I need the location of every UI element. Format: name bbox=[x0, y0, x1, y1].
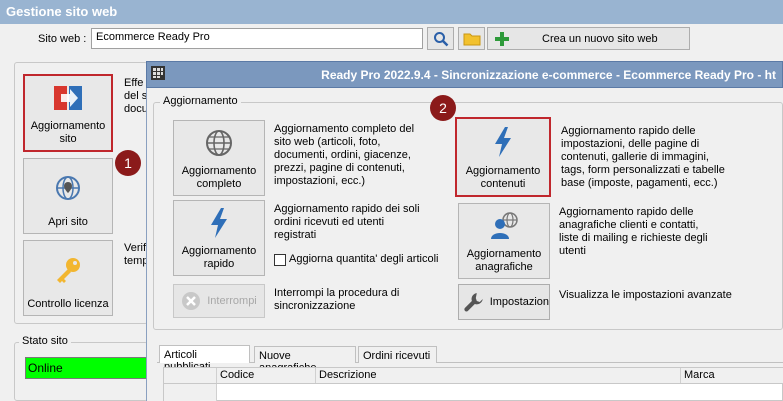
tab-nuove-anagrafiche[interactable]: Nuove anagrafiche bbox=[254, 346, 356, 374]
open-folder-button[interactable] bbox=[458, 27, 485, 50]
rapido-desc-line: registrati bbox=[274, 229, 317, 241]
anagrafiche-desc-line: Aggiornamento rapido delle bbox=[559, 206, 694, 218]
site-label: Sito web : bbox=[38, 33, 87, 45]
contenuti-desc-line: impostazioni, delle pagine di bbox=[561, 138, 700, 150]
aggiorna-quantita-label: Aggiorna quantita' degli articoli bbox=[289, 253, 439, 265]
aggiornamento-contenuti-desc: Aggiornamento rapido delle impostazioni,… bbox=[561, 125, 725, 190]
aggiornamento-sito-label2: sito bbox=[59, 133, 77, 145]
key-icon bbox=[57, 257, 80, 283]
app-icon bbox=[151, 66, 165, 80]
user-globe-icon bbox=[491, 212, 518, 239]
sync-site-icon bbox=[54, 86, 82, 110]
grid-header: Codice Descrizione Marca bbox=[164, 368, 783, 384]
parent-window-title: Gestione sito web bbox=[0, 0, 783, 24]
aggiornamento-anagrafiche-label2: anagrafiche bbox=[475, 261, 533, 273]
completo-desc-line: prezzi, pagine di contenuti, bbox=[274, 162, 405, 174]
apri-sito-button[interactable]: Apri sito bbox=[23, 158, 113, 234]
sync-window-app-icon bbox=[150, 65, 168, 81]
desc-aggiornamento-line3: docu bbox=[124, 103, 148, 115]
grid-header-descrizione[interactable]: Descrizione bbox=[316, 368, 681, 383]
site-select[interactable]: Ecommerce Ready Pro bbox=[91, 28, 423, 49]
completo-desc-line: documenti, ordini, giacenze, bbox=[274, 149, 411, 161]
apri-sito-label: Apri sito bbox=[48, 216, 88, 228]
aggiorna-quantita-checkbox[interactable] bbox=[274, 253, 286, 266]
completo-desc-line: impostazioni, ecc.) bbox=[274, 175, 366, 187]
aggiornamento-completo-label1: Aggiornamento bbox=[181, 165, 257, 177]
anagrafiche-desc-line: anagrafiche clienti e contatti, bbox=[559, 219, 699, 231]
completo-desc-line: sito web (articoli, foto, bbox=[274, 136, 381, 148]
desc-aggiornamento-line2: del s bbox=[124, 90, 148, 102]
stato-sito-label: Stato sito bbox=[19, 335, 71, 347]
contenuti-desc-line: contenuti, gallerie di immagini, bbox=[561, 151, 709, 163]
lightning-icon bbox=[495, 127, 511, 157]
tab-ordini-ricevuti[interactable]: Ordini ricevuti bbox=[358, 346, 437, 363]
completo-desc-line: Aggiornamento completo del bbox=[274, 123, 415, 135]
tab-strip-line bbox=[157, 362, 783, 363]
aggiorna-quantita-checkbox-row[interactable]: Aggiorna quantita' degli articoli bbox=[274, 253, 438, 266]
impostazioni-button[interactable]: Impostazion bbox=[458, 284, 550, 320]
grid-header-codice[interactable]: Codice bbox=[217, 368, 316, 383]
aggiornamento-contenuti-button[interactable]: Aggiornamento contenuti bbox=[455, 117, 551, 197]
grid-row-selector-column bbox=[164, 384, 217, 401]
interrompi-desc-line: Interrompi la procedura di bbox=[274, 287, 400, 299]
folder-icon bbox=[463, 33, 480, 45]
aggiornamento-rapido-desc: Aggiornamento rapido dei soli ordini ric… bbox=[274, 203, 420, 242]
anagrafiche-desc-line: liste di mailing e richieste degli bbox=[559, 232, 708, 244]
rapido-desc-line: Aggiornamento rapido dei soli bbox=[274, 203, 420, 215]
sync-window-title-text: Ready Pro 2022.9.4 - Sincronizzazione e-… bbox=[321, 68, 776, 82]
desc-verifica-line1: Verif bbox=[124, 242, 147, 254]
controllo-licenza-button[interactable]: Controllo licenza bbox=[23, 240, 113, 316]
aggiornamento-completo-label2: completo bbox=[196, 178, 242, 190]
interrompi-label: Interrompi bbox=[207, 295, 257, 307]
stop-icon bbox=[182, 292, 201, 310]
aggiornamento-anagrafiche-label1: Aggiornamento bbox=[466, 248, 542, 260]
controllo-licenza-label: Controllo licenza bbox=[27, 298, 109, 310]
desc-aggiornamento-line1: Effe bbox=[124, 77, 144, 89]
tab-articoli-pubblicati[interactable]: Articoli pubblicati bbox=[159, 345, 250, 373]
sync-window-title: Ready Pro 2022.9.4 - Sincronizzazione e-… bbox=[146, 61, 783, 88]
grid-header-selector bbox=[164, 368, 217, 383]
aggiornamento-group-label: Aggiornamento bbox=[160, 95, 241, 107]
aggiornamento-sito-label1: Aggiornamento bbox=[30, 120, 106, 132]
aggiornamento-anagrafiche-button[interactable]: Aggiornamento anagrafiche bbox=[458, 203, 550, 279]
impostazioni-desc: Visualizza le impostazioni avanzate bbox=[559, 289, 732, 301]
wrench-icon bbox=[464, 293, 483, 312]
interrompi-button[interactable]: Interrompi bbox=[173, 284, 265, 318]
plus-icon bbox=[495, 31, 509, 46]
aggiornamento-rapido-label1: Aggiornamento bbox=[181, 245, 257, 257]
aggiornamento-rapido-label2: rapido bbox=[203, 258, 235, 270]
new-site-button[interactable]: Crea un nuovo sito web bbox=[487, 27, 690, 50]
search-button[interactable] bbox=[427, 27, 454, 50]
stato-sito-status: Online bbox=[25, 357, 150, 379]
contenuti-desc-line: Aggiornamento rapido delle bbox=[561, 125, 696, 137]
desc-verifica-line2: temp bbox=[124, 255, 149, 267]
aggiornamento-completo-desc: Aggiornamento completo del sito web (art… bbox=[274, 123, 414, 188]
aggiornamento-rapido-button[interactable]: Aggiornamento rapido bbox=[173, 200, 265, 276]
impostazioni-label: Impostazion bbox=[489, 296, 549, 308]
interrompi-desc-line: sincronizzazione bbox=[274, 300, 356, 312]
globe-icon bbox=[206, 130, 232, 156]
aggiornamento-contenuti-label1: Aggiornamento bbox=[465, 165, 541, 177]
aggiornamento-sito-button[interactable]: Aggiornamento sito bbox=[23, 74, 113, 152]
aggiornamento-anagrafiche-desc: Aggiornamento rapido delle anagrafiche c… bbox=[559, 206, 708, 258]
grid-header-marca[interactable]: Marca bbox=[681, 368, 783, 383]
step-badge-2: 2 bbox=[430, 95, 456, 121]
contenuti-desc-line: tags, form personalizzati e tabelle bbox=[561, 164, 725, 176]
interrompi-desc: Interrompi la procedura di sincronizzazi… bbox=[274, 287, 399, 313]
rapido-desc-line: ordini ricevuti ed utenti bbox=[274, 216, 385, 228]
new-site-label: Crea un nuovo sito web bbox=[542, 32, 658, 45]
search-icon bbox=[433, 31, 448, 46]
anagrafiche-desc-line: utenti bbox=[559, 245, 586, 257]
contenuti-desc-line: base (imposte, pagamenti, ecc.) bbox=[561, 177, 718, 189]
aggiornamento-contenuti-label2: contenuti bbox=[480, 178, 526, 190]
aggiornamento-completo-button[interactable]: Aggiornamento completo bbox=[173, 120, 265, 196]
step-badge-1: 1 bbox=[115, 150, 141, 176]
lightning-icon bbox=[211, 208, 227, 238]
globe-pin-icon bbox=[56, 175, 80, 200]
